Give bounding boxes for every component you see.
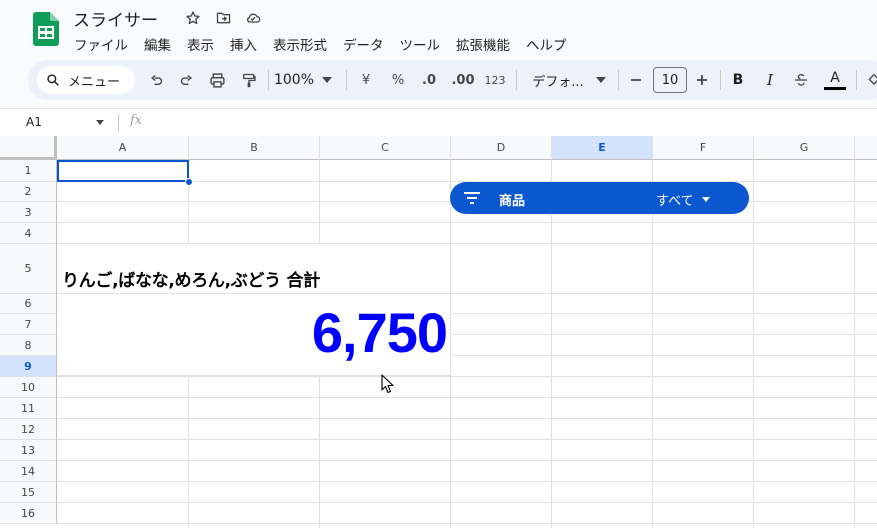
strikethrough-icon[interactable] (790, 70, 812, 90)
cloud-status-icon[interactable] (243, 8, 263, 28)
mouse-cursor-icon (381, 374, 394, 394)
row-header-4[interactable]: 4 (0, 223, 57, 244)
row-header-11[interactable]: 11 (0, 398, 57, 419)
document-title[interactable]: スライサー (73, 6, 158, 31)
column-header-a[interactable]: A (57, 136, 189, 160)
menu-bar: ファイル 編集 表示 挿入 表示形式 データ ツール 拡張機能 ヘルプ (74, 34, 583, 54)
column-header-f[interactable]: F (653, 136, 754, 160)
active-cell-a1[interactable] (57, 160, 189, 182)
row-header-14[interactable]: 14 (0, 461, 57, 482)
row-header-2[interactable]: 2 (0, 182, 57, 202)
toolbar: メニュー 100% ¥ % .0 .00 123 デフォ... 10 B I A (28, 60, 877, 100)
menu-file[interactable]: ファイル (74, 34, 128, 54)
slicer-value[interactable]: すべて (656, 190, 694, 209)
row-header-12[interactable]: 12 (0, 419, 57, 440)
redo-icon[interactable] (176, 70, 196, 90)
slicer-caret-icon[interactable] (702, 197, 710, 202)
undo-icon[interactable] (146, 70, 166, 90)
menu-search-label: メニュー (68, 74, 121, 90)
row-header-5[interactable]: 5 (0, 244, 57, 294)
font-caret-icon[interactable] (594, 70, 608, 90)
column-header-b[interactable]: B (189, 136, 320, 160)
column-header-g[interactable]: G (754, 136, 855, 160)
slicer-label: 商品 (499, 194, 526, 209)
zoom-select[interactable]: 100% (274, 70, 314, 90)
number-format-button[interactable]: 123 (482, 70, 508, 90)
menu-data[interactable]: データ (343, 34, 384, 54)
column-header-h[interactable] (855, 136, 877, 160)
title-bar: スライサー ファイル 編集 表示 挿入 表示形式 データ ツール 拡張機能 ヘル… (0, 0, 877, 58)
sum-label-text: りんご,ばなな,めろん,ぶどう 合計 (62, 271, 320, 291)
menu-edit[interactable]: 編集 (144, 34, 171, 54)
star-icon[interactable] (183, 8, 203, 28)
menu-search[interactable]: メニュー (37, 66, 135, 94)
row-header-9[interactable]: 9 (0, 356, 57, 377)
name-box-caret-icon[interactable] (96, 120, 104, 125)
column-header-e[interactable]: E (552, 136, 653, 160)
sheets-logo-icon[interactable] (33, 12, 59, 46)
text-color-swatch (824, 86, 846, 90)
row-header-13[interactable]: 13 (0, 440, 57, 461)
row-header-1[interactable]: 1 (0, 160, 57, 182)
print-icon[interactable] (206, 70, 228, 90)
menu-format[interactable]: 表示形式 (273, 34, 327, 54)
column-header-d[interactable]: D (451, 136, 552, 160)
menu-view[interactable]: 表示 (187, 34, 214, 54)
slicer-product[interactable]: 商品 すべて (450, 182, 749, 214)
font-select[interactable]: デフォ... (528, 70, 588, 90)
menu-extensions[interactable]: 拡張機能 (456, 34, 510, 54)
paint-format-icon[interactable] (238, 70, 260, 90)
row-header-16[interactable]: 16 (0, 503, 57, 524)
row-header-10[interactable]: 10 (0, 377, 57, 398)
currency-format-button[interactable]: ¥ (356, 70, 376, 90)
filter-icon (464, 192, 480, 204)
row-header-8[interactable]: 8 (0, 335, 57, 356)
zoom-caret-icon[interactable] (320, 70, 334, 90)
increase-font-size-icon[interactable] (694, 70, 710, 90)
spreadsheet-app: スライサー ファイル 編集 表示 挿入 表示形式 データ ツール 拡張機能 ヘル… (0, 0, 877, 528)
decrease-decimal-button[interactable]: .0 (418, 70, 440, 90)
search-icon (47, 74, 59, 86)
percent-format-button[interactable]: % (388, 70, 408, 90)
row-header-7[interactable]: 7 (0, 314, 57, 335)
row-header-6[interactable]: 6 (0, 294, 57, 314)
fill-color-icon[interactable] (864, 70, 877, 90)
italic-button[interactable]: I (760, 70, 780, 90)
move-folder-icon[interactable] (213, 8, 233, 28)
menu-tools[interactable]: ツール (400, 34, 441, 54)
select-all-corner[interactable] (0, 136, 57, 160)
menu-insert[interactable]: 挿入 (230, 34, 257, 54)
formula-bar: A1 fx (0, 108, 877, 136)
column-header-c[interactable]: C (320, 136, 451, 160)
row-header-3[interactable]: 3 (0, 202, 57, 223)
decrease-font-size-icon[interactable] (628, 70, 644, 90)
font-size-input[interactable]: 10 (653, 67, 687, 93)
increase-decimal-button[interactable]: .00 (450, 70, 476, 90)
text-color-button[interactable]: A (824, 70, 846, 90)
fill-handle[interactable] (185, 178, 193, 186)
name-box[interactable]: A1 (26, 115, 42, 129)
menu-help[interactable]: ヘルプ (526, 34, 567, 54)
text-color-label: A (830, 69, 840, 86)
fx-icon: fx (130, 113, 143, 128)
bold-button[interactable]: B (728, 70, 748, 90)
row-header-15[interactable]: 15 (0, 482, 57, 503)
formula-bar-divider (118, 114, 119, 132)
sum-total-value: 6,750 (311, 301, 448, 364)
